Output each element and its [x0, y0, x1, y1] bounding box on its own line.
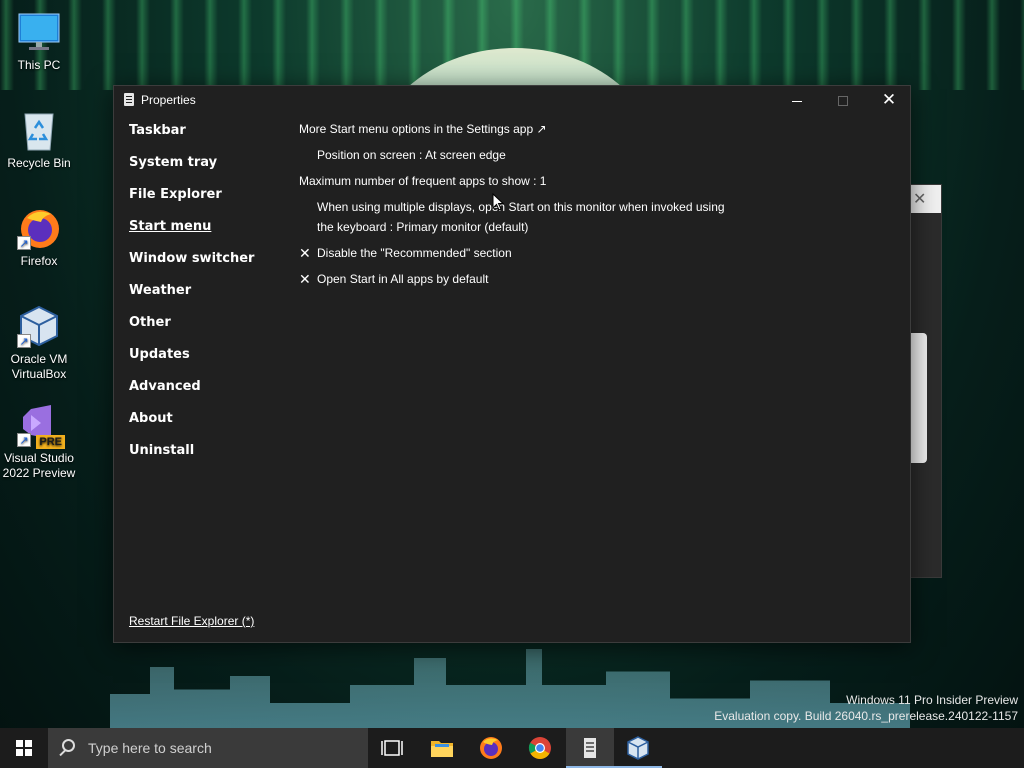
open-all-apps-label: Open Start in All apps by default: [317, 272, 489, 286]
taskbar-search[interactable]: Type here to search: [48, 728, 368, 768]
desktop-icon-label: Recycle Bin: [7, 156, 71, 170]
max-frequent-apps-option[interactable]: Maximum number of frequent apps to show …: [299, 171, 546, 191]
sidebar-item-updates[interactable]: Updates: [129, 346, 279, 378]
search-icon: [62, 739, 75, 752]
desktop-icon-this-pc[interactable]: This PC: [1, 10, 77, 73]
shortcut-arrow-icon: ↗: [17, 334, 31, 348]
firefox-icon: [480, 737, 502, 759]
restart-file-explorer-link[interactable]: Restart File Explorer (*): [129, 614, 254, 628]
open-all-apps-option[interactable]: ✕ Open Start in All apps by default: [299, 269, 599, 289]
visual-studio-icon: ↗ PRE: [17, 403, 65, 449]
minimize-button[interactable]: [774, 86, 820, 114]
checked-x-icon: ✕: [299, 271, 311, 287]
desktop-icon-visual-studio[interactable]: ↗ PRE Visual Studio 2022 Preview: [1, 403, 77, 481]
chrome-taskbar-button[interactable]: [516, 728, 564, 768]
firefox-icon: ↗: [17, 206, 61, 250]
maximize-icon: [838, 96, 848, 107]
file-explorer-button[interactable]: [418, 728, 466, 768]
start-button[interactable]: [0, 728, 48, 768]
sidebar-item-start-menu[interactable]: Start menu: [129, 218, 279, 250]
virtualbox-taskbar-button[interactable]: [614, 728, 662, 768]
multi-display-label-line2: the keyboard : Primary monitor (default): [317, 220, 529, 234]
multi-display-option[interactable]: When using multiple displays, open Start…: [317, 197, 725, 237]
sidebar-item-weather[interactable]: Weather: [129, 282, 279, 314]
build-watermark: Windows 11 Pro Insider Preview Evaluatio…: [714, 692, 1018, 724]
taskbar: Type here to search: [0, 728, 1024, 768]
desktop-icon-firefox[interactable]: ↗ Firefox: [1, 206, 77, 269]
desktop-icon-recycle-bin[interactable]: Recycle Bin: [1, 108, 77, 171]
sidebar-item-advanced[interactable]: Advanced: [129, 378, 279, 410]
desktop-icon-label: Oracle VM VirtualBox: [10, 352, 68, 381]
virtualbox-icon: [627, 736, 649, 760]
background-window-panel: [909, 333, 927, 463]
chrome-icon: [528, 737, 551, 759]
watermark-line1: Windows 11 Pro Insider Preview: [846, 693, 1018, 707]
multi-display-label-line1: When using multiple displays, open Start…: [317, 200, 725, 214]
task-view-icon: [381, 740, 403, 756]
windows-logo-icon: [16, 740, 32, 756]
properties-taskbar-button[interactable]: [566, 728, 614, 768]
window-title: Properties: [141, 93, 196, 107]
position-on-screen-option[interactable]: Position on screen : At screen edge: [317, 145, 506, 165]
pre-badge: PRE: [36, 435, 65, 449]
sidebar-item-other[interactable]: Other: [129, 314, 279, 346]
close-icon[interactable]: ✕: [913, 189, 926, 209]
recycle-bin-icon: [17, 108, 61, 152]
shortcut-arrow-icon: ↗: [17, 433, 31, 447]
desktop-icon-label: Firefox: [20, 254, 58, 268]
sidebar-item-file-explorer[interactable]: File Explorer: [129, 186, 279, 218]
sidebar-nav: Taskbar System tray File Explorer Start …: [129, 122, 279, 474]
maximize-button: [820, 86, 866, 114]
search-placeholder: Type here to search: [88, 740, 212, 756]
window-titlebar[interactable]: Properties ✕: [114, 86, 910, 114]
virtualbox-icon: ↗: [17, 304, 61, 348]
disable-recommended-option[interactable]: ✕ Disable the "Recommended" section: [299, 243, 599, 263]
properties-window[interactable]: Properties ✕ Taskbar System tray File Ex…: [113, 85, 911, 643]
sidebar-item-window-switcher[interactable]: Window switcher: [129, 250, 279, 282]
file-explorer-icon: [431, 741, 453, 757]
sidebar-item-taskbar[interactable]: Taskbar: [129, 122, 279, 154]
close-icon: ✕: [881, 90, 897, 109]
sidebar-item-about[interactable]: About: [129, 410, 279, 442]
sidebar-item-uninstall[interactable]: Uninstall: [129, 442, 279, 474]
monitor-icon: [17, 10, 61, 54]
firefox-taskbar-button[interactable]: [467, 728, 515, 768]
disable-recommended-label: Disable the "Recommended" section: [317, 246, 512, 260]
minimize-icon: [792, 100, 802, 102]
task-view-button[interactable]: [368, 728, 416, 768]
desktop-icon-label: Visual Studio 2022 Preview: [2, 451, 76, 480]
shortcut-arrow-icon: ↗: [17, 236, 31, 250]
close-button[interactable]: ✕: [866, 86, 912, 114]
sidebar-item-system-tray[interactable]: System tray: [129, 154, 279, 186]
properties-app-icon: [584, 738, 596, 758]
mouse-cursor: [492, 192, 505, 216]
checked-x-icon: ✕: [299, 245, 311, 261]
desktop-icon-label: This PC: [17, 58, 61, 72]
desktop-icon-virtualbox[interactable]: ↗ Oracle VM VirtualBox: [1, 304, 77, 382]
watermark-line2: Evaluation copy. Build 26040.rs_prerelea…: [714, 709, 1018, 723]
properties-icon: [124, 93, 134, 106]
settings-app-link[interactable]: More Start menu options in the Settings …: [299, 119, 547, 139]
